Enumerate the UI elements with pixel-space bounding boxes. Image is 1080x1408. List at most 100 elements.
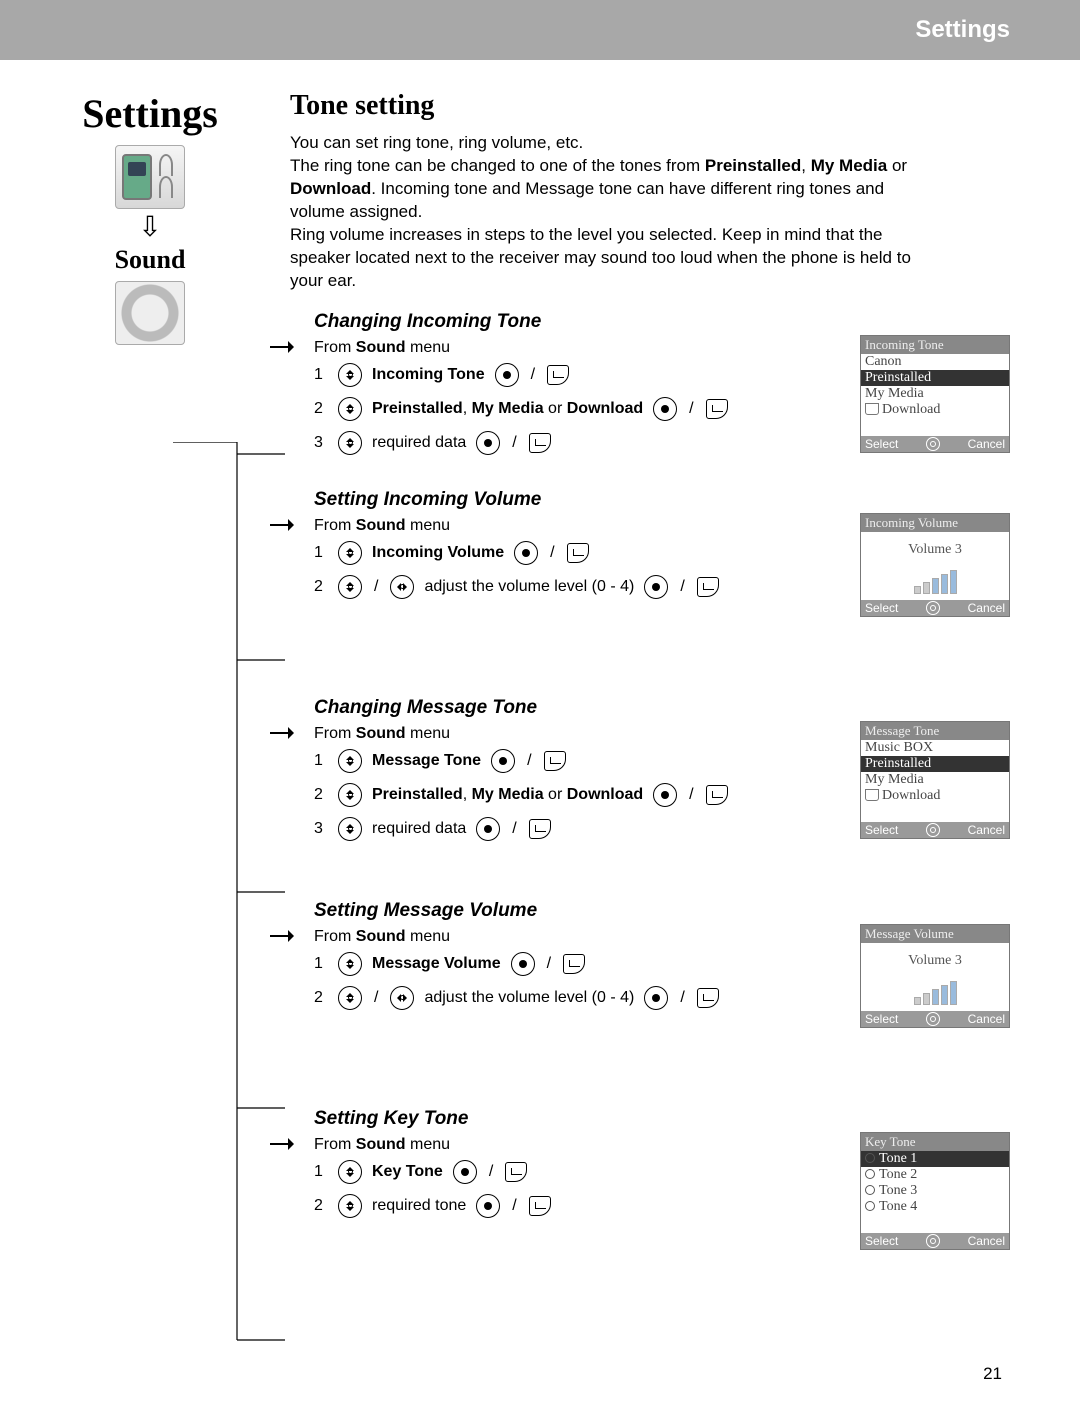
t: From	[314, 517, 356, 534]
soft-left: Select	[865, 1234, 898, 1248]
softkey-icon	[706, 785, 728, 805]
slash: /	[374, 578, 378, 596]
sub-title: Changing Incoming Tone	[314, 311, 1010, 333]
soft-right: Cancel	[968, 437, 1005, 451]
step-text: Incoming Volume	[372, 544, 504, 562]
mock-volume-label: Volume 3	[861, 953, 1009, 969]
sub-title: Setting Key Tone	[314, 1108, 1010, 1130]
mock-title: Key Tone	[861, 1133, 1009, 1151]
step-num: 2	[314, 989, 328, 1007]
center-key-icon	[653, 397, 677, 421]
softkey-icon	[567, 543, 589, 563]
step-text: Preinstalled, My Media or Download	[372, 400, 643, 418]
mock-screen-incoming-tone: Incoming Tone Canon Preinstalled My Medi…	[860, 335, 1010, 453]
soft-left: Select	[865, 437, 898, 451]
t: menu	[406, 928, 450, 945]
down-arrow-icon: ⇩	[70, 213, 230, 241]
t: Preinstalled	[372, 400, 463, 417]
radio-icon	[865, 1201, 875, 1211]
nav-leftright-icon	[390, 575, 414, 599]
intro-text: You can set ring tone, ring volume, etc.…	[290, 132, 930, 293]
softkey-icon	[529, 1196, 551, 1216]
soft-mid-icon	[926, 1012, 940, 1026]
nav-updown-icon	[338, 541, 362, 565]
step-num: 3	[314, 820, 328, 838]
center-key-icon	[476, 1194, 500, 1218]
t: Sound	[356, 1136, 406, 1153]
slash: /	[689, 400, 693, 418]
t: ,	[463, 786, 472, 803]
mock-row-selected: Preinstalled	[861, 370, 1009, 386]
center-key-icon	[453, 1160, 477, 1184]
t: or	[544, 400, 567, 417]
slash: /	[374, 989, 378, 1007]
softkey-icon	[544, 751, 566, 771]
soft-mid-icon	[926, 1234, 940, 1248]
step-num: 1	[314, 1163, 328, 1181]
step-text: Preinstalled, My Media or Download	[372, 786, 643, 804]
mock-row: Download	[861, 402, 1009, 418]
nav-updown-icon	[338, 783, 362, 807]
center-key-icon	[514, 541, 538, 565]
mock-row: Music BOX	[861, 740, 1009, 756]
radio-icon	[865, 1169, 875, 1179]
settings-icon	[115, 145, 185, 209]
page-number: 21	[983, 1364, 1002, 1384]
step-num: 2	[314, 578, 328, 596]
sub-title: Setting Message Volume	[314, 900, 1010, 922]
step-num: 1	[314, 752, 328, 770]
sub-title: Setting Incoming Volume	[314, 489, 1010, 511]
nav-updown-icon	[338, 397, 362, 421]
t: From	[314, 1136, 356, 1153]
mock-title: Message Tone	[861, 722, 1009, 740]
soft-mid-icon	[926, 601, 940, 615]
t: Tone 3	[879, 1183, 917, 1198]
speaker-icon	[115, 281, 185, 345]
mock-row: Download	[861, 788, 1009, 804]
center-key-icon	[476, 431, 500, 455]
mock-row: My Media	[861, 386, 1009, 402]
t: Tone 2	[879, 1167, 917, 1182]
softkey-icon	[706, 399, 728, 419]
mock-volume-label: Volume 3	[861, 542, 1009, 558]
softkey-icon	[505, 1162, 527, 1182]
tree-arrow-icon	[288, 930, 300, 942]
settings-heading: Settings	[70, 90, 230, 137]
mock-title: Incoming Tone	[861, 336, 1009, 354]
mock-screen-key-tone: Key Tone Tone 1 Tone 2 Tone 3 Tone 4 Sel…	[860, 1132, 1010, 1250]
intro-b3: Download	[290, 179, 371, 198]
mock-row: Canon	[861, 354, 1009, 370]
mock-softbar: SelectCancel	[861, 822, 1009, 838]
step-text: Message Volume	[372, 955, 501, 973]
mock-row-selected: Preinstalled	[861, 756, 1009, 772]
t: Sound	[356, 725, 406, 742]
center-key-icon	[644, 575, 668, 599]
center-key-icon	[644, 986, 668, 1010]
slash: /	[689, 786, 693, 804]
slash: /	[512, 1197, 516, 1215]
mock-softbar: SelectCancel	[861, 600, 1009, 616]
intro-line3: Ring volume increases in steps to the le…	[290, 225, 911, 290]
softkey-icon	[563, 954, 585, 974]
softkey-icon	[697, 577, 719, 597]
mock-title: Message Volume	[861, 925, 1009, 943]
header-bar: Settings	[0, 0, 1080, 60]
center-key-icon	[491, 749, 515, 773]
slash: /	[550, 544, 554, 562]
subsection-message-volume: Setting Message Volume From Sound menu 1…	[290, 900, 1010, 1080]
nav-updown-icon	[338, 817, 362, 841]
intro-line2b: . Incoming tone and Message tone can hav…	[290, 179, 884, 221]
softkey-icon	[697, 988, 719, 1008]
tree-connector	[173, 442, 293, 1402]
t: My Media	[472, 400, 544, 417]
tree-arrow-icon	[288, 727, 300, 739]
radio-icon	[865, 1185, 875, 1195]
mock-row-selected: Tone 1	[861, 1151, 1009, 1167]
header-title: Settings	[915, 16, 1010, 44]
center-key-icon	[653, 783, 677, 807]
slash: /	[512, 820, 516, 838]
soft-right: Cancel	[968, 1234, 1005, 1248]
mock-volume-body: Volume 3	[861, 532, 1009, 600]
soft-right: Cancel	[968, 601, 1005, 615]
step-text: Key Tone	[372, 1163, 443, 1181]
